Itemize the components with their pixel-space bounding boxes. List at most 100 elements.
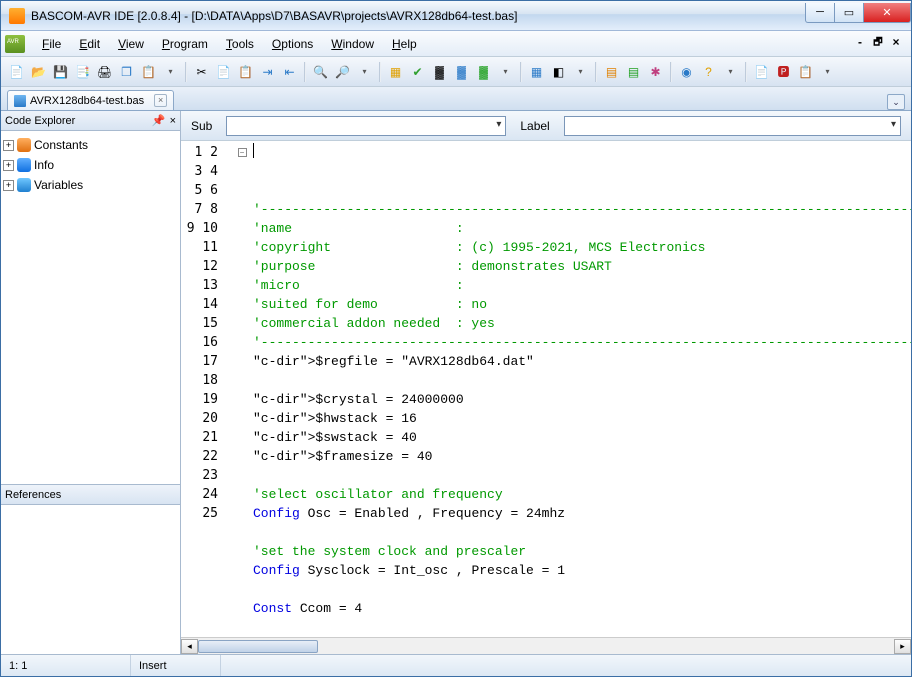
left-column: Code Explorer 📌 × + Constants + Info + V…	[1, 111, 181, 654]
tool4-icon[interactable]: ▤	[624, 62, 643, 81]
dropdown4-icon[interactable]: ▾	[571, 62, 590, 81]
menu-file[interactable]: File	[33, 34, 70, 54]
tab-active-file[interactable]: AVRX128db64-test.bas ×	[7, 90, 174, 110]
cut-icon[interactable]: ✂	[192, 62, 211, 81]
code-area[interactable]: '---------------------------------------…	[249, 141, 911, 637]
copy-icon[interactable]: ❐	[117, 62, 136, 81]
maximize-button[interactable]: ▭	[834, 3, 864, 23]
mdi-close-button[interactable]: ×	[889, 35, 903, 52]
pane-close-icon[interactable]: ×	[170, 115, 176, 127]
document-tabs: AVRX128db64-test.bas × ⌄	[1, 87, 911, 111]
code-explorer-tree: + Constants + Info + Variables	[1, 131, 180, 484]
menu-tools[interactable]: Tools	[217, 34, 263, 54]
dropdown5-icon[interactable]: ▾	[721, 62, 740, 81]
scroll-track[interactable]	[198, 639, 894, 654]
window-controls: ─ ▭ ✕	[806, 3, 911, 23]
title-bar: BASCOM-AVR IDE [2.0.8.4] - [D:\DATA\Apps…	[1, 1, 911, 31]
tab-label: AVRX128db64-test.bas	[30, 95, 144, 107]
label-combo[interactable]	[564, 116, 901, 136]
dropdown2-icon[interactable]: ▾	[355, 62, 374, 81]
find-icon[interactable]: 🔍	[311, 62, 330, 81]
tree-node-constants[interactable]: + Constants	[3, 135, 178, 155]
paste-icon[interactable]: 📋	[139, 62, 158, 81]
file-icon	[14, 95, 26, 107]
compile-icon[interactable]: ✔	[408, 62, 427, 81]
variables-icon	[17, 178, 31, 192]
mdi-minimize-button[interactable]: -	[853, 35, 867, 52]
work-area: Code Explorer 📌 × + Constants + Info + V…	[1, 111, 911, 654]
chip-icon[interactable]: ▓	[430, 62, 449, 81]
doc1-icon[interactable]: 📄	[752, 62, 771, 81]
menu-options[interactable]: Options	[263, 34, 322, 54]
print-icon[interactable]: 🖨	[95, 62, 114, 81]
dropdown3-icon[interactable]: ▾	[496, 62, 515, 81]
expand-icon[interactable]: +	[3, 180, 14, 191]
scroll-right-icon[interactable]: ▸	[894, 639, 911, 654]
check-icon[interactable]: ▦	[386, 62, 405, 81]
tree-label: Constants	[34, 138, 88, 152]
references-header: References	[1, 485, 180, 505]
line-gutter: 1 2 3 4 5 6 7 8 9 10 11 12 13 14 15 16 1…	[181, 141, 235, 637]
tree-node-info[interactable]: + Info	[3, 155, 178, 175]
help-icon[interactable]: ◉	[677, 62, 696, 81]
label-label: Label	[520, 119, 549, 133]
expand-icon[interactable]: +	[3, 160, 14, 171]
references-panel: References	[1, 484, 180, 654]
menu-view[interactable]: View	[109, 34, 153, 54]
info-icon[interactable]: ?	[699, 62, 718, 81]
save-all-icon[interactable]: 📑	[73, 62, 92, 81]
sub-combo[interactable]	[226, 116, 506, 136]
mdi-controls: - 🗗 ×	[853, 35, 907, 52]
status-bar: 1: 1 Insert	[1, 654, 911, 676]
menu-edit[interactable]: Edit	[70, 34, 109, 54]
expand-icon[interactable]: +	[3, 140, 14, 151]
tabs-dropdown-icon[interactable]: ⌄	[887, 94, 905, 110]
indent-icon[interactable]: ⇥	[258, 62, 277, 81]
minimize-button[interactable]: ─	[805, 3, 835, 23]
tree-label: Variables	[34, 178, 83, 192]
tree-node-variables[interactable]: + Variables	[3, 175, 178, 195]
open-file-icon[interactable]: 📂	[29, 62, 48, 81]
menu-window[interactable]: Window	[322, 34, 383, 54]
cursor-position: 1: 1	[1, 655, 131, 676]
h-scrollbar[interactable]: ◂ ▸	[181, 637, 911, 654]
copy2-icon[interactable]: 📄	[214, 62, 233, 81]
sub-label: Sub	[191, 119, 212, 133]
find-next-icon[interactable]: 🔎	[333, 62, 352, 81]
status-spacer	[221, 655, 911, 676]
window-title: BASCOM-AVR IDE [2.0.8.4] - [D:\DATA\Apps…	[31, 9, 806, 23]
paste2-icon[interactable]: 📋	[236, 62, 255, 81]
dropdown6-icon[interactable]: ▾	[818, 62, 837, 81]
constants-icon	[17, 138, 31, 152]
info-icon	[17, 158, 31, 172]
dropdown-icon[interactable]: ▾	[161, 62, 180, 81]
new-file-icon[interactable]: 📄	[7, 62, 26, 81]
code-editor[interactable]: 1 2 3 4 5 6 7 8 9 10 11 12 13 14 15 16 1…	[181, 141, 911, 637]
chip3-icon[interactable]: ▓	[474, 62, 493, 81]
tool5-icon[interactable]: ✱	[646, 62, 665, 81]
fold-column: −	[235, 141, 249, 637]
outdent-icon[interactable]: ⇤	[280, 62, 299, 81]
save-icon[interactable]: 💾	[51, 62, 70, 81]
pin-icon[interactable]: 📌	[152, 114, 166, 127]
menu-bar: File Edit View Program Tools Options Win…	[1, 31, 911, 57]
tool2-icon[interactable]: ◧	[549, 62, 568, 81]
close-button[interactable]: ✕	[863, 3, 911, 23]
editor-column: Sub Label 1 2 3 4 5 6 7 8 9 10 11 12 13 …	[181, 111, 911, 654]
menu-program[interactable]: Program	[153, 34, 217, 54]
sub-label-bar: Sub Label	[181, 111, 911, 141]
chip2-icon[interactable]: ▓	[452, 62, 471, 81]
tool1-icon[interactable]: ▦	[527, 62, 546, 81]
tab-close-icon[interactable]: ×	[154, 94, 167, 107]
pdf-icon[interactable]: 🅿	[774, 62, 793, 81]
ide-icon	[5, 35, 25, 53]
scroll-thumb[interactable]	[198, 640, 318, 653]
doc2-icon[interactable]: 📋	[796, 62, 815, 81]
mdi-restore-button[interactable]: 🗗	[871, 35, 885, 52]
references-title: References	[5, 489, 61, 501]
menu-help[interactable]: Help	[383, 34, 426, 54]
scroll-left-icon[interactable]: ◂	[181, 639, 198, 654]
insert-mode: Insert	[131, 655, 221, 676]
tool3-icon[interactable]: ▤	[602, 62, 621, 81]
code-explorer-title: Code Explorer	[5, 115, 75, 127]
